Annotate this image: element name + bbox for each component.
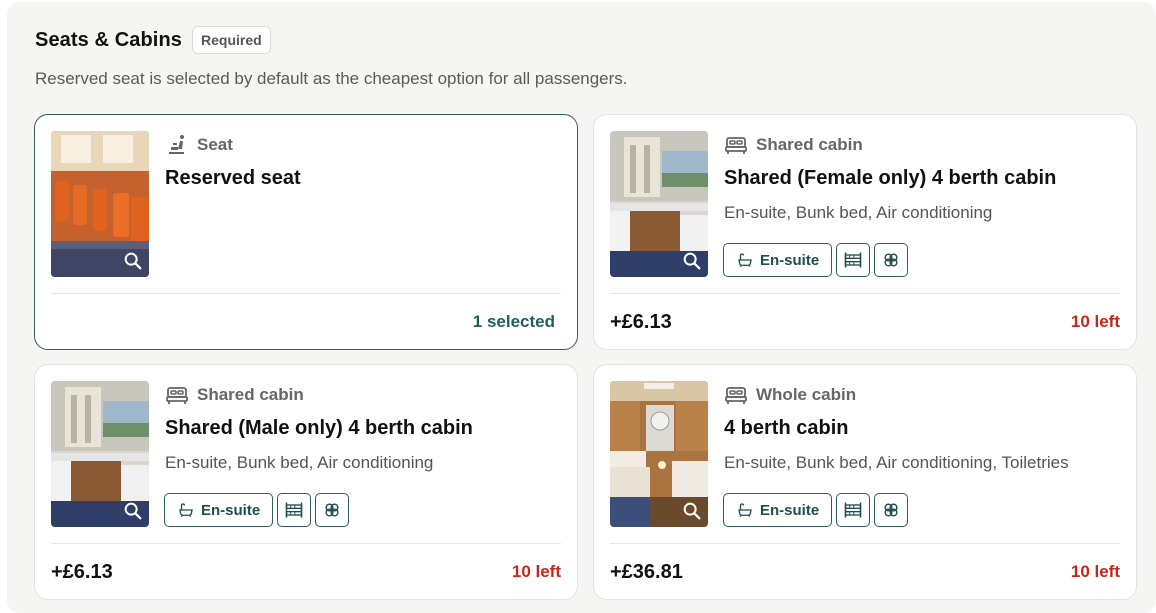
ensuite-chip[interactable]: En-suite [723,493,833,527]
chip-label: En-suite [201,501,261,519]
zoom-icon[interactable] [681,500,703,522]
option-title: Shared (Female only) 4 berth cabin [724,167,1057,189]
feature-chips: En-suite [723,493,909,527]
card-divider [610,543,1120,544]
bunk-bed-icon [284,500,304,520]
category-label: Whole cabin [756,385,857,404]
bath-icon [177,501,195,519]
card-divider [610,293,1120,294]
option-card-shared-male[interactable]: Shared cabin Shared (Male only) 4 berth … [34,364,578,600]
option-card-whole-cabin[interactable]: Whole cabin 4 berth cabin En-suite, Bunk… [593,364,1137,600]
bed-icon [724,383,748,407]
zoom-icon[interactable] [122,500,144,522]
bunk-bed-icon [843,500,863,520]
cabin-photo[interactable] [51,381,149,527]
cabin-photo[interactable] [610,131,708,277]
bath-icon [736,251,754,269]
cabin-photo[interactable] [610,381,708,527]
category-label: Shared cabin [756,135,863,154]
section-title: Seats & Cabins [35,28,183,51]
category-label: Shared cabin [197,385,304,404]
option-description: En-suite, Bunk bed, Air conditioning [724,203,993,222]
category-label: Seat [197,135,233,154]
chip-label: En-suite [760,501,820,519]
ensuite-chip[interactable]: En-suite [723,243,833,277]
availability-count: 10 left [511,562,561,581]
cabin-photo[interactable] [51,131,149,277]
section-subtitle: Reserved seat is selected by default as … [35,69,628,88]
air-conditioning-icon [322,500,342,520]
feature-chips: En-suite [723,243,909,277]
required-badge: Required [192,26,271,54]
bunk-bed-chip[interactable] [836,243,871,277]
air-conditioning-icon [881,250,901,270]
category-row: Whole cabin [724,383,856,407]
air-conditioning-icon [881,500,901,520]
seat-icon [165,133,189,157]
section-header: Seats & Cabins Required [35,26,271,54]
selected-status: 1 selected [472,312,555,331]
option-price: +£6.13 [610,311,672,333]
option-price: +£36.81 [610,561,683,583]
option-title: Shared (Male only) 4 berth cabin [165,417,473,439]
category-row: Seat [165,133,233,157]
option-title: 4 berth cabin [724,417,849,439]
bath-icon [736,501,754,519]
option-description: En-suite, Bunk bed, Air conditioning, To… [724,453,1069,472]
bunk-bed-icon [843,250,863,270]
seats-cabins-panel: Seats & Cabins Required Reserved seat is… [7,2,1156,613]
chip-label: En-suite [760,251,820,269]
option-card-reserved-seat[interactable]: Seat Reserved seat 1 selected [34,114,578,350]
option-title: Reserved seat [165,167,301,189]
air-conditioning-chip[interactable] [315,493,350,527]
feature-chips: En-suite [164,493,350,527]
card-divider [51,293,561,294]
category-row: Shared cabin [724,133,863,157]
bunk-bed-chip[interactable] [277,493,312,527]
air-conditioning-chip[interactable] [874,493,909,527]
ensuite-chip[interactable]: En-suite [164,493,274,527]
availability-count: 10 left [1070,312,1120,331]
option-description: En-suite, Bunk bed, Air conditioning [165,453,434,472]
zoom-icon[interactable] [681,250,703,272]
bunk-bed-chip[interactable] [836,493,871,527]
air-conditioning-chip[interactable] [874,243,909,277]
category-row: Shared cabin [165,383,304,407]
option-card-shared-female[interactable]: Shared cabin Shared (Female only) 4 bert… [593,114,1137,350]
bed-icon [165,383,189,407]
availability-count: 10 left [1070,562,1120,581]
bed-icon [724,133,748,157]
card-divider [51,543,561,544]
zoom-icon[interactable] [122,250,144,272]
option-price: +£6.13 [51,561,113,583]
